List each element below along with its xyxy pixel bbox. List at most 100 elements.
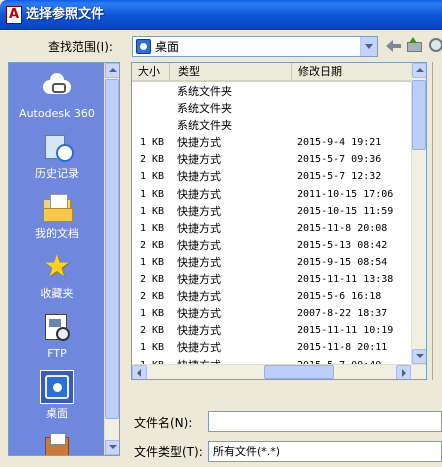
file-type-value: 所有文件(*.*) xyxy=(213,445,281,458)
file-type: 快捷方式 xyxy=(177,153,221,167)
favorites-star-icon: ★ xyxy=(43,249,71,284)
place-desktop[interactable]: 桌面 xyxy=(9,369,105,427)
file-size: 1 KB xyxy=(140,308,165,320)
file-row[interactable]: 系统文件夹 xyxy=(132,100,412,117)
file-date: 2015-5-7 09:36 xyxy=(297,154,382,166)
column-header-date[interactable]: 修改日期 xyxy=(292,63,412,81)
scroll-up-button[interactable] xyxy=(412,63,426,78)
file-type: 快捷方式 xyxy=(177,290,221,304)
place-label: Autodesk 360 xyxy=(19,107,95,120)
file-row[interactable]: 2 KB 快捷方式 2015-11-11 13:38 xyxy=(132,271,412,288)
place-label: 历史记录 xyxy=(35,167,79,180)
file-row[interactable]: 1 KB 快捷方式 2007-8-22 18:37 xyxy=(132,305,412,322)
ftp-icon xyxy=(41,311,73,343)
file-date: 2015-5-6 16:18 xyxy=(297,291,382,303)
file-row[interactable]: 2 KB 快捷方式 2015-5-7 09:36 xyxy=(132,151,412,168)
place-history[interactable]: 历史记录 xyxy=(9,129,105,187)
file-type: 快捷方式 xyxy=(177,170,221,184)
file-row[interactable]: 1 KB 快捷方式 2015-9-15 08:54 xyxy=(132,254,412,271)
file-size: 2 KB xyxy=(140,325,165,337)
history-icon xyxy=(41,131,74,163)
file-type-dropdown[interactable]: 所有文件(*.*) xyxy=(208,441,442,462)
file-list-horizontal-scrollbar[interactable] xyxy=(132,364,426,379)
file-row[interactable]: 1 KB 快捷方式 2011-10-15 17:06 xyxy=(132,186,412,203)
look-in-dropdown[interactable]: 桌面 xyxy=(132,36,378,57)
file-row[interactable]: 1 KB 快捷方式 2015-9-4 19:21 xyxy=(132,134,412,151)
file-row[interactable]: 1 KB 快捷方式 2015-11-8 20:11 xyxy=(132,339,412,356)
scroll-right-button[interactable] xyxy=(396,365,411,379)
file-date: 2015-11-11 10:19 xyxy=(297,325,394,337)
file-date: 2015-11-8 20:08 xyxy=(297,222,388,234)
look-in-label: 查找范围(I): xyxy=(48,40,113,54)
place-label: 桌面 xyxy=(46,407,68,420)
place-favorites[interactable]: ★ 收藏夹 xyxy=(9,249,105,307)
file-name-label: 文件名(N): xyxy=(134,416,193,430)
file-size: 1 KB xyxy=(140,137,165,149)
places-bar: Autodesk 360 历史记录 我的文档 ★ 收藏夹 FTP 桌面 xyxy=(8,62,120,456)
file-row[interactable]: 1 KB 快捷方式 2015-11-8 20:08 xyxy=(132,220,412,237)
back-arrow-icon[interactable] xyxy=(386,38,402,54)
file-size: 2 KB xyxy=(140,154,165,166)
place-autodesk-360[interactable]: Autodesk 360 xyxy=(9,69,105,127)
look-in-dropdown-button[interactable] xyxy=(360,37,377,56)
file-row[interactable]: 2 KB 快捷方式 2015-5-13 08:42 xyxy=(132,237,412,254)
column-header-size[interactable]: 大小 xyxy=(132,63,170,81)
file-type: 快捷方式 xyxy=(177,187,221,201)
up-one-level-icon[interactable] xyxy=(406,37,424,54)
file-size: 1 KB xyxy=(140,205,165,217)
file-type: 快捷方式 xyxy=(177,324,221,338)
file-type: 快捷方式 xyxy=(177,221,221,235)
file-type: 快捷方式 xyxy=(177,307,221,321)
file-list-vertical-scrollbar[interactable] xyxy=(411,63,426,364)
column-header-type[interactable]: 类型 xyxy=(170,63,292,81)
box-icon xyxy=(41,431,73,455)
desktop-icon xyxy=(136,39,151,54)
scroll-thumb[interactable] xyxy=(105,79,119,419)
autocad-app-icon: A xyxy=(6,6,22,24)
places-scrollbar[interactable] xyxy=(104,63,119,455)
file-date: 2015-5-7 12:32 xyxy=(297,171,382,183)
file-row[interactable]: 系统文件夹 xyxy=(132,83,412,100)
file-row[interactable]: 1 KB 快捷方式 2015-10-15 11:59 xyxy=(132,203,412,220)
search-web-icon[interactable] xyxy=(428,36,442,56)
file-type: 系统文件夹 xyxy=(177,119,232,133)
scroll-left-button[interactable] xyxy=(132,365,147,379)
file-date: 2007-8-22 18:37 xyxy=(297,308,388,320)
cloud-icon xyxy=(41,71,73,103)
desktop-icon xyxy=(40,370,74,404)
file-row[interactable]: 2 KB 快捷方式 2015-5-6 16:18 xyxy=(132,288,412,305)
place-ftp[interactable]: FTP xyxy=(9,309,105,367)
place-more[interactable] xyxy=(9,429,105,455)
file-type: 快捷方式 xyxy=(177,341,221,355)
file-size: 1 KB xyxy=(140,342,165,354)
file-name-input[interactable] xyxy=(208,411,442,432)
file-row[interactable]: 1 KB 快捷方式 2015-5-7 12:32 xyxy=(132,168,412,185)
scroll-up-button[interactable] xyxy=(105,63,119,78)
column-header-row: 大小 类型 修改日期 xyxy=(132,63,412,82)
scroll-thumb[interactable] xyxy=(412,80,426,150)
places-list: Autodesk 360 历史记录 我的文档 ★ 收藏夹 FTP 桌面 xyxy=(9,63,105,455)
preview-panel-edge xyxy=(432,62,442,380)
file-date: 2015-11-11 13:38 xyxy=(297,274,394,286)
file-row[interactable]: 系统文件夹 xyxy=(132,117,412,134)
file-size: 1 KB xyxy=(140,188,165,200)
scroll-down-button[interactable] xyxy=(412,349,426,364)
scroll-thumb[interactable] xyxy=(264,365,334,379)
scroll-down-button[interactable] xyxy=(105,440,119,455)
file-type: 快捷方式 xyxy=(177,136,221,150)
file-list[interactable]: 大小 类型 修改日期 系统文件夹 系统文件夹 系统文件夹 1 KB 快捷方式 2015-9… xyxy=(131,62,427,380)
place-my-documents[interactable]: 我的文档 xyxy=(9,189,105,247)
file-date: 2015-10-15 11:59 xyxy=(297,205,394,217)
file-date: 2015-5-13 08:42 xyxy=(297,239,388,251)
window-title: 选择参照文件 xyxy=(26,7,105,22)
file-type-label: 文件类型(T): xyxy=(134,445,203,459)
file-size: 2 KB xyxy=(140,239,165,251)
look-in-value: 桌面 xyxy=(155,40,180,54)
file-type: 快捷方式 xyxy=(177,204,221,218)
file-row[interactable]: 2 KB 快捷方式 2015-11-11 10:19 xyxy=(132,322,412,339)
title-bar[interactable]: A 选择参照文件 xyxy=(0,0,442,30)
file-type: 快捷方式 xyxy=(177,238,221,252)
place-label: 收藏夹 xyxy=(40,287,74,300)
file-date: 2015-11-8 20:11 xyxy=(297,342,388,354)
file-date: 2015-9-4 19:21 xyxy=(297,137,382,149)
